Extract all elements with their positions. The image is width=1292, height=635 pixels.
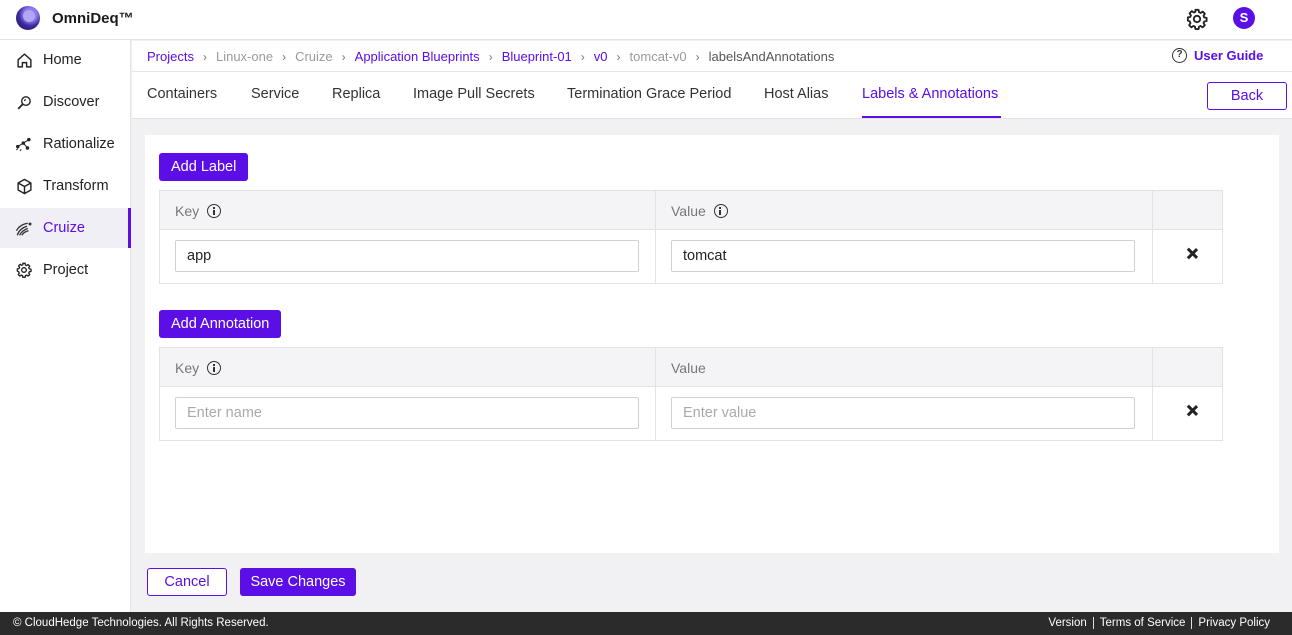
info-icon[interactable]	[207, 361, 222, 375]
sidebar-item-label: Rationalize	[43, 136, 115, 152]
labels-annotations-panel: Add Label Key Value Add Annotation	[145, 135, 1279, 553]
add-annotation-button[interactable]: Add Annotation	[159, 310, 282, 338]
sidebar-item-label: Home	[43, 52, 82, 68]
tab-labels-annotations[interactable]: Labels & Annotations	[862, 86, 998, 102]
chevron-right-icon: ›	[488, 49, 493, 64]
chevron-right-icon: ›	[616, 49, 621, 64]
breadcrumb-tomcat-v0: tomcat-v0	[629, 49, 687, 64]
labels-key-header-label: Key	[175, 203, 200, 219]
annotation-key-input[interactable]	[175, 397, 639, 429]
chevron-right-icon: ›	[282, 49, 287, 64]
annotations-value-header-label: Value	[671, 360, 706, 376]
footer-links: Version Terms of Service Privacy Policy	[1042, 617, 1276, 629]
breadcrumb-linux-one: Linux-one	[215, 49, 274, 64]
tab-bar: Containers Service Replica Image Pull Se…	[132, 72, 1292, 119]
sidebar-item-label: Transform	[43, 178, 109, 194]
annotations-key-header: Key	[175, 360, 222, 376]
label-value-input[interactable]	[671, 240, 1135, 272]
tab-replica[interactable]: Replica	[332, 86, 380, 102]
labels-table-header: Key Value	[160, 191, 1222, 230]
breadcrumb-bar: Projects › Linux-one › Cruize › Applicat…	[132, 41, 1292, 72]
cube-icon	[15, 177, 33, 195]
table-row	[160, 230, 1222, 283]
info-icon[interactable]	[713, 204, 728, 218]
sidebar-item-label: Discover	[43, 94, 100, 110]
sidebar-item-project[interactable]: Project	[0, 250, 131, 290]
footer-link-privacy[interactable]: Privacy Policy	[1191, 617, 1276, 629]
breadcrumb-blueprint-01[interactable]: Blueprint-01	[502, 49, 572, 64]
sidebar-item-cruize[interactable]: Cruize	[0, 208, 131, 248]
save-changes-button[interactable]: Save Changes	[240, 568, 356, 596]
tab-service[interactable]: Service	[251, 86, 299, 102]
sidebar-item-home[interactable]: Home	[0, 40, 131, 80]
back-button[interactable]: Back	[1207, 82, 1287, 110]
chevron-right-icon: ›	[202, 49, 207, 64]
cruize-icon	[15, 219, 33, 237]
user-guide-link[interactable]: ? User Guide	[1172, 48, 1263, 63]
tab-host-alias[interactable]: Host Alias	[764, 86, 828, 102]
annotations-table: Key Value	[159, 347, 1223, 441]
column-divider	[1152, 230, 1153, 283]
column-divider	[655, 348, 656, 386]
user-guide-label: User Guide	[1194, 48, 1264, 63]
column-divider	[655, 230, 656, 283]
breadcrumb: Projects › Linux-one › Cruize › Applicat…	[147, 49, 834, 64]
settings-gear-icon[interactable]	[1186, 8, 1208, 30]
tab-image-pull-secrets[interactable]: Image Pull Secrets	[413, 86, 535, 102]
home-icon	[15, 51, 33, 69]
breadcrumb-v0[interactable]: v0	[594, 49, 608, 64]
active-tab-indicator	[862, 116, 1001, 118]
info-icon[interactable]	[207, 204, 222, 218]
breadcrumb-cruize: Cruize	[295, 49, 333, 64]
top-bar: OmniDeq™ S	[0, 0, 1292, 40]
rationalize-icon	[15, 135, 33, 153]
breadcrumb-application-blueprints[interactable]: Application Blueprints	[355, 49, 480, 64]
breadcrumb-current: labelsAndAnnotations	[708, 49, 835, 64]
sidebar-item-label: Project	[43, 262, 89, 278]
cancel-button[interactable]: Cancel	[147, 568, 227, 596]
footer-link-terms[interactable]: Terms of Service	[1092, 617, 1192, 629]
annotations-key-header-label: Key	[175, 360, 200, 376]
sidebar-item-label: Cruize	[43, 220, 85, 236]
close-icon[interactable]	[1184, 246, 1200, 262]
chevron-right-icon: ›	[580, 49, 585, 64]
help-icon: ?	[1172, 48, 1187, 63]
column-divider	[1152, 348, 1153, 386]
tab-termination-grace-period[interactable]: Termination Grace Period	[567, 86, 731, 102]
annotations-table-header: Key Value	[160, 348, 1222, 387]
user-avatar[interactable]: S	[1233, 7, 1255, 29]
close-icon[interactable]	[1184, 403, 1200, 419]
labels-value-header-label: Value	[671, 203, 706, 219]
sidebar: Home Discover Rationalize Transform Crui…	[0, 40, 131, 612]
labels-value-header: Value	[671, 203, 728, 219]
labels-key-header: Key	[175, 203, 222, 219]
column-divider	[1152, 387, 1153, 440]
sidebar-item-rationalize[interactable]: Rationalize	[0, 124, 131, 164]
chevron-right-icon: ›	[695, 49, 700, 64]
discover-icon	[15, 93, 33, 111]
add-label-button[interactable]: Add Label	[159, 153, 249, 181]
label-key-input[interactable]	[175, 240, 639, 272]
gear-icon	[15, 261, 33, 279]
sidebar-item-discover[interactable]: Discover	[0, 82, 131, 122]
labels-table: Key Value	[159, 190, 1223, 284]
tab-containers[interactable]: Containers	[147, 86, 217, 102]
column-divider	[1152, 191, 1153, 229]
column-divider	[655, 387, 656, 440]
table-row	[160, 387, 1222, 440]
annotations-value-header: Value	[671, 360, 706, 376]
brand-name: OmniDeq™	[52, 10, 134, 27]
annotation-value-input[interactable]	[671, 397, 1135, 429]
omnideq-logo[interactable]	[16, 6, 40, 30]
copyright-text: © CloudHedge Technologies. All Rights Re…	[13, 617, 269, 629]
column-divider	[655, 191, 656, 229]
breadcrumb-projects[interactable]: Projects	[147, 49, 194, 64]
footer-link-version[interactable]: Version	[1042, 617, 1092, 629]
sidebar-item-transform[interactable]: Transform	[0, 166, 131, 206]
footer: © CloudHedge Technologies. All Rights Re…	[0, 612, 1292, 635]
chevron-right-icon: ›	[341, 49, 346, 64]
